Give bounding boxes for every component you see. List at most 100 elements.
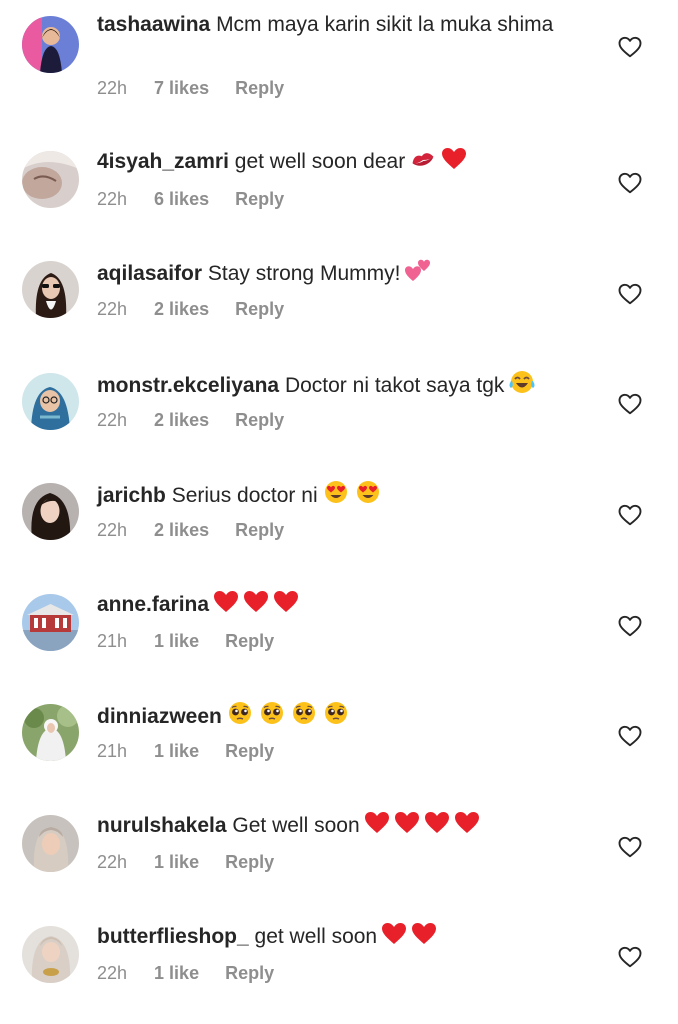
comment-time: 22h	[97, 299, 128, 319]
avatar[interactable]	[22, 16, 79, 73]
avatar[interactable]	[22, 704, 79, 761]
red-heart-emoji	[243, 590, 269, 614]
tears-of-joy-emoji	[508, 369, 536, 395]
comment-username[interactable]: tashaawina	[97, 13, 210, 36]
reply-button[interactable]: Reply	[235, 520, 284, 541]
avatar[interactable]	[22, 926, 79, 983]
heart-outline-icon[interactable]	[618, 615, 642, 637]
heart-outline-icon[interactable]	[618, 393, 642, 415]
pleading-face-emoji	[226, 700, 254, 726]
comment-meta: 22h 7 likes Reply	[97, 78, 310, 99]
comment-username[interactable]: nurulshakela	[97, 814, 227, 837]
comment-meta: 21h 1 like Reply	[97, 631, 300, 652]
comment-body: Stay strong Mummy!	[207, 262, 401, 285]
comment-time: 22h	[97, 852, 128, 872]
comment-time: 21h	[97, 741, 128, 761]
comment-text: dinniazween	[97, 700, 567, 730]
comment-text: nurulshakela Get well soon	[97, 811, 567, 839]
comment-meta: 21h 1 like Reply	[97, 741, 300, 762]
avatar[interactable]	[22, 815, 79, 872]
comment-username[interactable]: butterflieshop_	[97, 925, 249, 948]
red-heart-emoji	[424, 811, 450, 835]
comments-list: tashaawina Mcm maya karin sikit la muka …	[0, 0, 678, 1024]
pleading-face-emoji	[290, 700, 318, 726]
comment-meta: 22h 2 likes Reply	[97, 299, 310, 320]
heart-eyes-emoji	[354, 479, 382, 505]
red-heart-emoji	[394, 811, 420, 835]
avatar[interactable]	[22, 373, 79, 430]
comment-time: 22h	[97, 520, 128, 540]
comment-meta: 22h 1 like Reply	[97, 963, 300, 984]
comment-time: 22h	[97, 963, 128, 983]
comment-body: Doctor ni takot saya tgk	[284, 374, 505, 397]
reply-button[interactable]: Reply	[225, 631, 274, 652]
avatar[interactable]	[22, 261, 79, 318]
heart-eyes-emoji	[322, 479, 350, 505]
comment-text: tashaawina Mcm maya karin sikit la muka …	[97, 12, 567, 38]
reply-button[interactable]: Reply	[235, 189, 284, 210]
two-hearts-emoji	[404, 257, 432, 283]
red-heart-emoji	[273, 590, 299, 614]
avatar[interactable]	[22, 594, 79, 651]
comment-meta: 22h 6 likes Reply	[97, 189, 310, 210]
comment-meta: 22h 2 likes Reply	[97, 410, 310, 431]
comment-likes[interactable]: 1 like	[154, 631, 199, 652]
comment-username[interactable]: monstr.ekceliyana	[97, 374, 279, 397]
reply-button[interactable]: Reply	[235, 299, 284, 320]
comment-likes[interactable]: 2 likes	[154, 520, 209, 541]
comment-likes[interactable]: 1 like	[154, 963, 199, 984]
comment-body: get well soon dear	[234, 150, 406, 173]
red-heart-emoji	[454, 811, 480, 835]
heart-outline-icon[interactable]	[618, 504, 642, 526]
reply-button[interactable]: Reply	[225, 963, 274, 984]
red-heart-emoji	[381, 922, 407, 946]
comment-username[interactable]: dinniazween	[97, 705, 222, 728]
comment-likes[interactable]: 1 like	[154, 741, 199, 762]
heart-outline-icon[interactable]	[618, 36, 642, 58]
reply-button[interactable]: Reply	[225, 852, 274, 873]
heart-outline-icon[interactable]	[618, 836, 642, 858]
heart-outline-icon[interactable]	[618, 946, 642, 968]
pleading-face-emoji	[322, 700, 350, 726]
heart-outline-icon[interactable]	[618, 725, 642, 747]
heart-outline-icon[interactable]	[618, 172, 642, 194]
comment-text: 4isyah_zamri get well soon dear	[97, 147, 567, 175]
comment-body: Get well soon	[232, 814, 360, 837]
comment-username[interactable]: anne.farina	[97, 593, 209, 616]
comment-username[interactable]: aqilasaifor	[97, 262, 202, 285]
comment-username[interactable]: 4isyah_zamri	[97, 150, 229, 173]
comment-meta: 22h 1 like Reply	[97, 852, 300, 873]
comment-body: Serius doctor ni	[171, 484, 318, 507]
comment-text: butterflieshop_ get well soon	[97, 922, 567, 950]
comment-username[interactable]: jarichb	[97, 484, 166, 507]
avatar[interactable]	[22, 483, 79, 540]
heart-outline-icon[interactable]	[618, 283, 642, 305]
comment-time: 22h	[97, 78, 128, 98]
comment-time: 22h	[97, 410, 128, 430]
comment-likes[interactable]: 2 likes	[154, 299, 209, 320]
comment-likes[interactable]: 2 likes	[154, 410, 209, 431]
comment-text: anne.farina	[97, 590, 567, 618]
red-heart-emoji	[213, 590, 239, 614]
comment-body: get well soon	[254, 925, 378, 948]
comment-time: 22h	[97, 189, 128, 209]
pleading-face-emoji	[258, 700, 286, 726]
reply-button[interactable]: Reply	[235, 410, 284, 431]
reply-button[interactable]: Reply	[225, 741, 274, 762]
comment-likes[interactable]: 7 likes	[154, 78, 209, 99]
comment-likes[interactable]: 1 like	[154, 852, 199, 873]
kiss-mark-emoji	[409, 149, 437, 171]
comment-meta: 22h 2 likes Reply	[97, 520, 310, 541]
comment-likes[interactable]: 6 likes	[154, 189, 209, 210]
red-heart-emoji	[411, 922, 437, 946]
comment-time: 21h	[97, 631, 128, 651]
comment-text: aqilasaifor Stay strong Mummy!	[97, 257, 567, 287]
comment-text: jarichb Serius doctor ni	[97, 479, 567, 509]
avatar[interactable]	[22, 151, 79, 208]
comment-text: monstr.ekceliyana Doctor ni takot saya t…	[97, 369, 567, 399]
comment-body: Mcm maya karin sikit la muka shima	[216, 13, 554, 36]
red-heart-emoji	[441, 147, 467, 171]
red-heart-emoji	[364, 811, 390, 835]
reply-button[interactable]: Reply	[235, 78, 284, 99]
comment-item: butterflieshop_ get well soon 22h 1 like Re…	[0, 0, 678, 983]
